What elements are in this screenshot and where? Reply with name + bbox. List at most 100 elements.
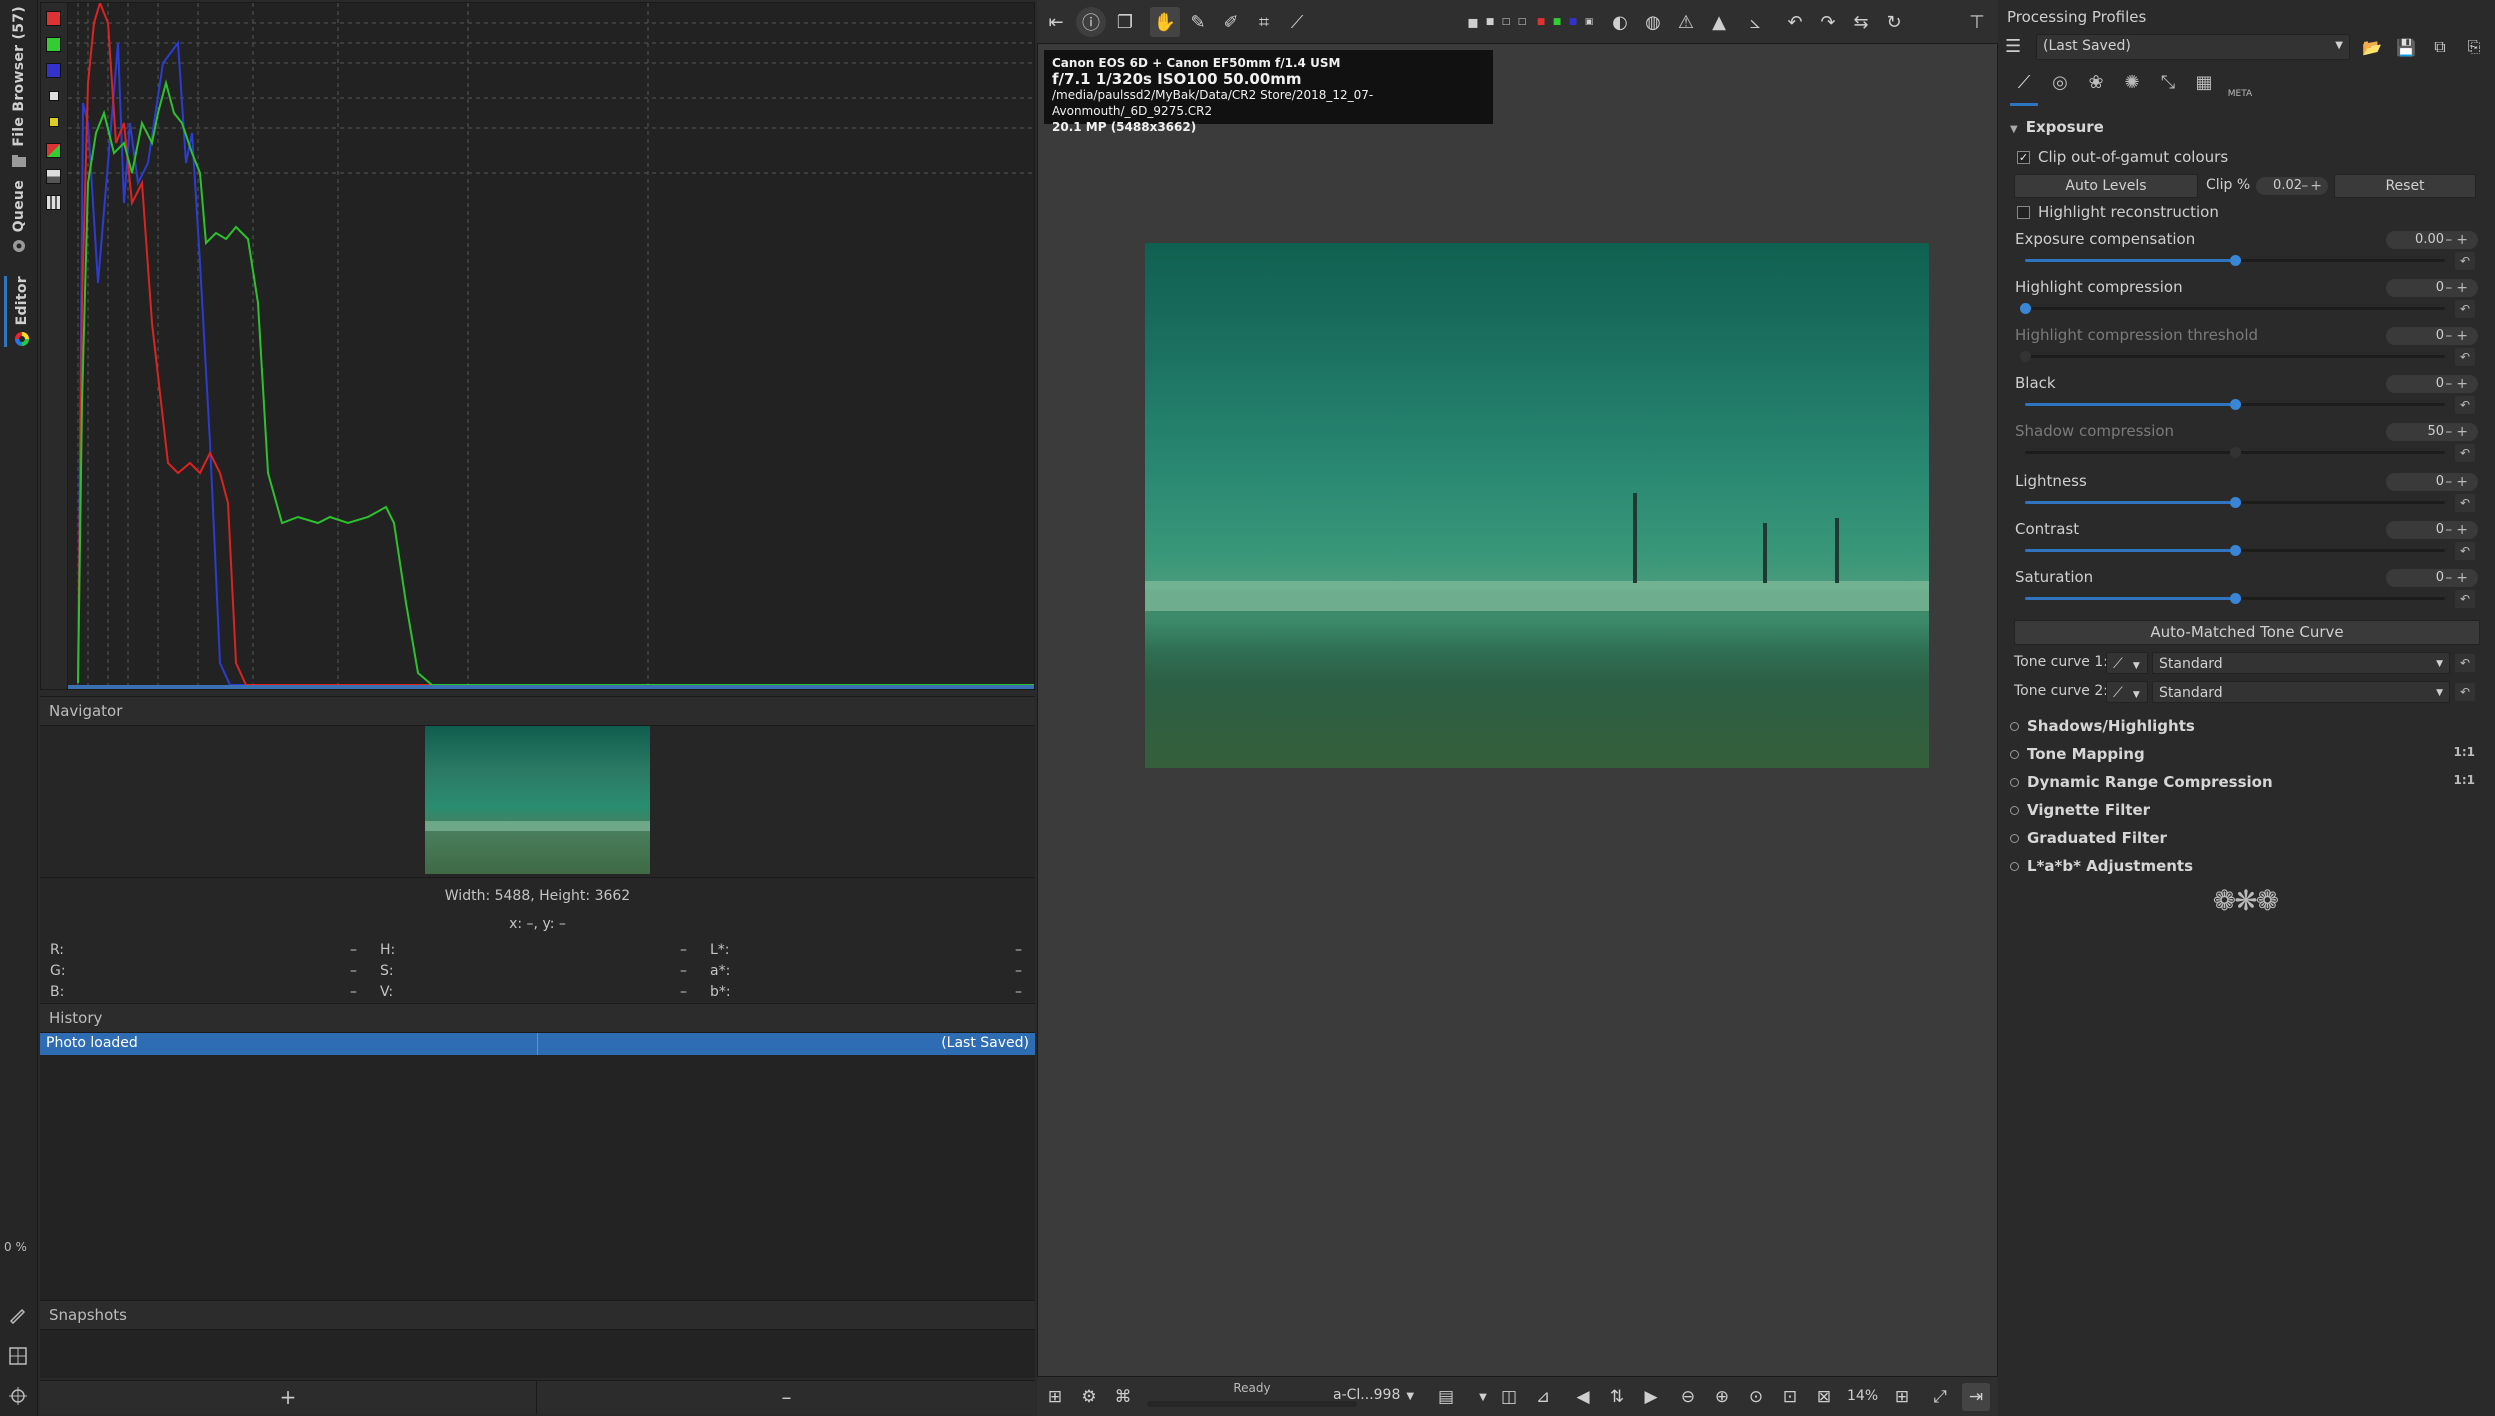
metadata-tab-icon[interactable]: META — [2226, 72, 2254, 102]
tone-curve-2-mode[interactable]: Standard ▼ — [2152, 681, 2450, 703]
section-shadows-highlights[interactable]: Shadows/Highlights — [2010, 717, 2195, 735]
flip-horizontal-icon[interactable]: ⇆ — [1846, 7, 1876, 37]
raw-button[interactable] — [46, 143, 61, 158]
reset-icon[interactable]: ↶ — [2455, 683, 2475, 701]
open-profile-icon[interactable]: 📂 — [2358, 34, 2386, 60]
section-graduated-filter[interactable]: Graduated Filter — [2010, 829, 2167, 847]
reset-icon[interactable]: ↶ — [2455, 654, 2475, 672]
profile-select[interactable]: (Last Saved) ▼ — [2036, 34, 2350, 60]
white-balance-picker-icon[interactable]: ✎ — [1183, 7, 1213, 37]
copy-profile-icon[interactable]: ⧉ — [2426, 34, 2454, 60]
zoom-fit-icon[interactable]: ⊡ — [1776, 1383, 1804, 1411]
snapshots-header[interactable]: Snapshots — [40, 1300, 1035, 1330]
list-icon[interactable]: ☰ — [2005, 36, 2035, 60]
slider-spinner[interactable]: 0 –+ — [2386, 327, 2478, 345]
histogram-icon[interactable]: ⦣ — [1740, 7, 1770, 37]
slider-knob[interactable] — [2020, 351, 2031, 362]
hide-left-panel-icon[interactable]: ⇤ — [1041, 7, 1071, 37]
reset-icon[interactable]: ↶ — [2455, 348, 2475, 366]
tone-curve-1-mode[interactable]: Standard ▼ — [2152, 652, 2450, 674]
slider-knob[interactable] — [2230, 399, 2241, 410]
soft-proof-icon[interactable]: ◫ — [1495, 1383, 1523, 1411]
bar-button[interactable] — [46, 169, 61, 184]
fullscreen-icon[interactable]: ⤢ — [1926, 1383, 1954, 1411]
zoom-in-icon[interactable]: ⊕ — [1708, 1383, 1736, 1411]
history-row[interactable]: Photo loaded (Last Saved) — [40, 1033, 1035, 1055]
raw-tab-icon[interactable]: ▦ — [2190, 72, 2218, 102]
reset-icon[interactable]: ↶ — [2455, 494, 2475, 512]
slider-knob[interactable] — [2230, 447, 2241, 458]
hide-right-panel-icon[interactable]: ⇥ — [1962, 1383, 1990, 1411]
slider-spinner[interactable]: 0 –+ — [2386, 569, 2478, 587]
focus-icon[interactable]: ◐ — [1605, 7, 1635, 37]
luminance-button[interactable] — [49, 91, 59, 101]
slider-spinner[interactable]: 0 –+ — [2386, 375, 2478, 393]
tab-queue[interactable]: Queue — [4, 180, 34, 254]
paste-profile-icon[interactable]: ⎘ — [2460, 34, 2488, 60]
edit-icon[interactable] — [8, 1304, 28, 1324]
output-profile-combo[interactable]: a-Cl...998 ▼ — [1333, 1387, 1428, 1409]
external-editor-icon[interactable]: ⌘ — [1109, 1383, 1137, 1411]
navigator-header[interactable]: Navigator — [40, 696, 1035, 726]
straighten-icon[interactable]: ⟋ — [1282, 7, 1312, 37]
auto-matched-tone-curve-button[interactable]: Auto-Matched Tone Curve — [2014, 620, 2480, 645]
save-icon[interactable]: ⊞ — [1041, 1383, 1069, 1411]
tab-file-browser[interactable]: File Browser (57) — [4, 6, 34, 169]
rotate-left-icon[interactable]: ↶ — [1780, 7, 1810, 37]
blue-channel-icon[interactable]: ■ — [1566, 7, 1580, 37]
intent-icon[interactable]: ▤ — [1432, 1383, 1460, 1411]
red-channel-button[interactable] — [46, 11, 61, 26]
luminosity-channel-icon[interactable]: ▣ — [1582, 7, 1596, 37]
next-image-icon[interactable]: ▶ — [1637, 1383, 1665, 1411]
grid-icon[interactable] — [8, 1346, 28, 1366]
reset-icon[interactable]: ↶ — [2455, 444, 2475, 462]
add-snapshot-button[interactable]: + — [40, 1381, 537, 1414]
slider-knob[interactable] — [2230, 497, 2241, 508]
detail-tab-icon[interactable]: ◎ — [2046, 72, 2074, 102]
slider-spinner[interactable]: 50 –+ — [2386, 423, 2478, 441]
clip-percent-spinner[interactable]: 0.02 –+ — [2256, 177, 2328, 195]
slider-spinner[interactable]: 0 –+ — [2386, 521, 2478, 539]
sync-icon[interactable]: ⇅ — [1603, 1383, 1631, 1411]
history-header[interactable]: History — [40, 1003, 1035, 1033]
red-channel-icon[interactable]: ■ — [1534, 7, 1548, 37]
clip-gamut-checkbox[interactable]: ✓ — [2017, 151, 2030, 164]
tone-curve-1-type[interactable]: ⟋ ▼ — [2106, 652, 2148, 674]
gamut-check-icon[interactable]: ⊿ — [1529, 1383, 1557, 1411]
color-picker-icon[interactable]: ✐ — [1216, 7, 1246, 37]
reset-button[interactable]: Reset — [2334, 174, 2476, 198]
new-detail-window-icon[interactable]: ⊞ — [1888, 1383, 1916, 1411]
slider-track[interactable] — [2025, 355, 2445, 358]
zoom-100-icon[interactable]: ⊙ — [1742, 1383, 1770, 1411]
clipped-shadow-icon[interactable]: ◍ — [1638, 7, 1668, 37]
highlight-warning-icon[interactable]: ▲ — [1704, 7, 1734, 37]
reset-icon[interactable]: ↶ — [2455, 300, 2475, 318]
slider-knob[interactable] — [2020, 303, 2031, 314]
tab-editor[interactable]: Editor — [4, 276, 37, 348]
advanced-tab-icon[interactable]: ✺ — [2118, 72, 2146, 102]
color-tab-icon[interactable]: ❀ — [2082, 72, 2110, 102]
warning-icon[interactable]: ⚠ — [1671, 7, 1701, 37]
slider-spinner[interactable]: 0.00 –+ — [2386, 231, 2478, 249]
hide-top-panel-icon[interactable]: ⊤ — [1962, 7, 1992, 37]
queue-icon[interactable]: ⚙ — [1075, 1383, 1103, 1411]
reset-icon[interactable]: ↶ — [2455, 252, 2475, 270]
slider-spinner[interactable]: 0 –+ — [2386, 279, 2478, 297]
remove-snapshot-button[interactable]: – — [538, 1381, 1035, 1414]
info-icon[interactable]: ⓘ — [1076, 7, 1106, 37]
before-after-icon[interactable]: ❐ — [1110, 7, 1140, 37]
section-dynamic-range-compression[interactable]: Dynamic Range Compression 1:1 — [2010, 773, 2485, 791]
previous-image-icon[interactable]: ◀ — [1569, 1383, 1597, 1411]
reset-icon[interactable]: ↶ — [2455, 396, 2475, 414]
tone-curve-2-type[interactable]: ⟋ ▼ — [2106, 681, 2148, 703]
navigator-thumbnail[interactable] — [425, 726, 650, 874]
auto-levels-button[interactable]: Auto Levels — [2014, 174, 2198, 198]
blue-channel-button[interactable] — [46, 63, 61, 78]
preview-channel-icon[interactable]: ■ — [1483, 7, 1497, 37]
green-channel-icon[interactable]: ■ — [1550, 7, 1564, 37]
mode-button[interactable] — [46, 195, 61, 210]
section-tone-mapping[interactable]: Tone Mapping 1:1 — [2010, 745, 2485, 763]
green-channel-button[interactable] — [46, 37, 61, 52]
reset-icon[interactable]: ↶ — [2455, 590, 2475, 608]
flip-vertical-icon[interactable]: ↻ — [1879, 7, 1909, 37]
